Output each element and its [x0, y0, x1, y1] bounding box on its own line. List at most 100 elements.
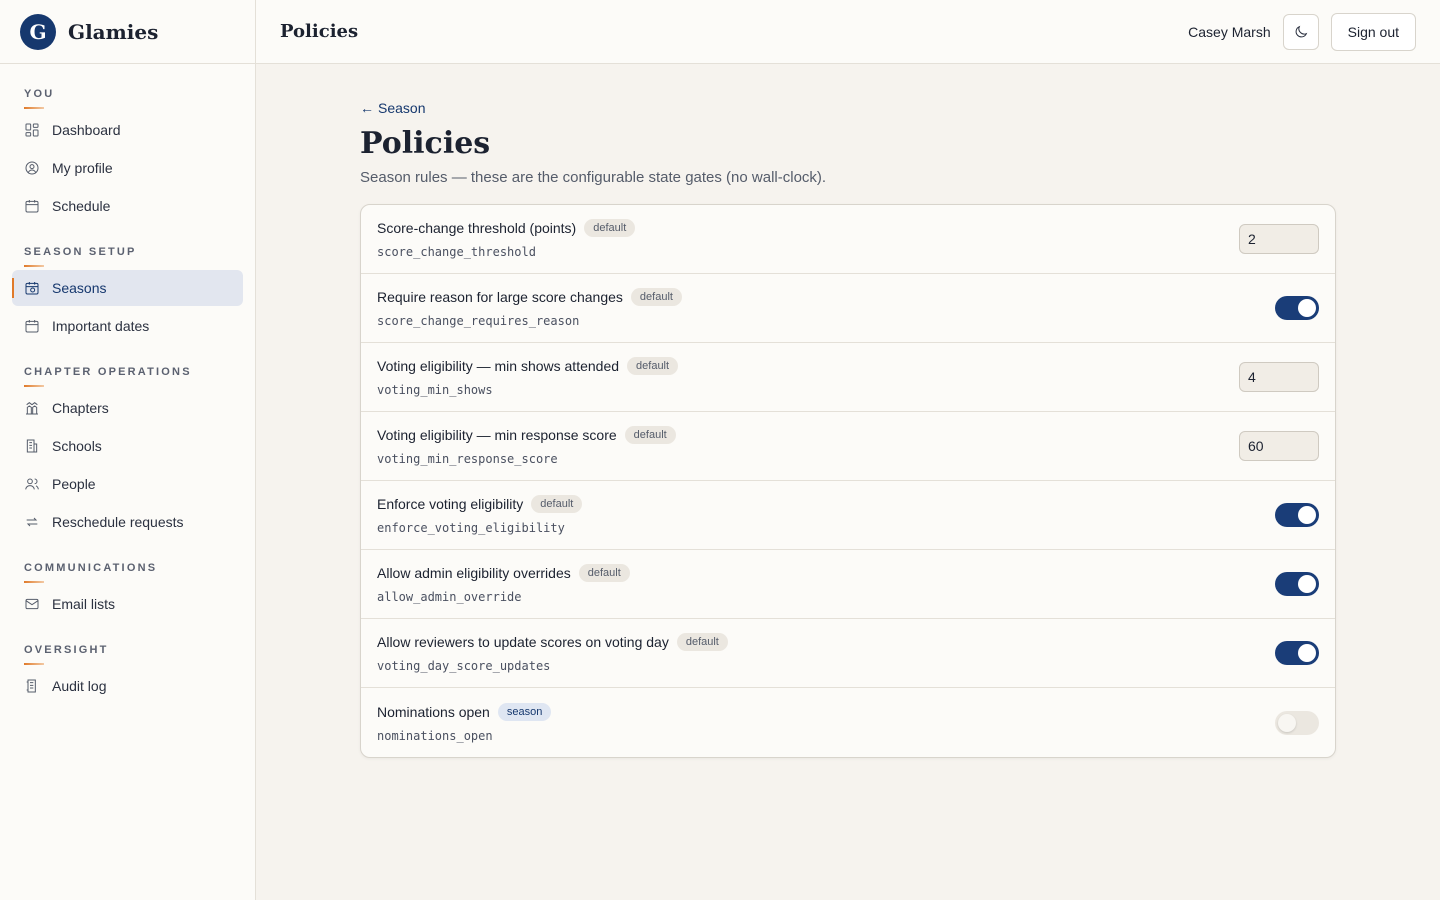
enforce-voting-eligibility-toggle[interactable] [1275, 503, 1319, 527]
sidebar-section-label: COMMUNICATIONS [12, 562, 243, 583]
voting-min-response-score-input[interactable]: 60 [1239, 431, 1319, 461]
policy-title: Score-change threshold (points) [377, 220, 577, 236]
sidebar-section-label: OVERSIGHT [12, 644, 243, 665]
policy-source-badge: season [497, 702, 552, 721]
sidebar-nav: YOU Dashboard My profile Schedule SEASON… [0, 88, 255, 704]
policy-key: score_change_requires_reason [377, 314, 580, 328]
policy-title: Voting eligibility — min response score [377, 427, 617, 443]
toggle-knob [1278, 713, 1296, 732]
chapters-icon [26, 402, 38, 415]
policy-source-badge: default [676, 633, 728, 651]
policy-row: Voting eligibility — min shows attended … [361, 343, 1335, 412]
score-change-threshold-input[interactable]: 2 [1239, 224, 1319, 254]
sidebar-item-chapters[interactable]: Chapters [12, 390, 243, 426]
calendar-icon [25, 320, 39, 333]
sidebar-item-schools[interactable]: Schools [12, 428, 243, 464]
policy-row: Allow admin eligibility overrides defaul… [361, 550, 1335, 619]
log-icon [26, 679, 36, 693]
sign-out-button[interactable]: Sign out [1330, 12, 1416, 51]
policy-key: score_change_threshold [377, 245, 536, 259]
allow-admin-override-toggle[interactable] [1275, 572, 1319, 596]
sidebar-item-people[interactable]: People [12, 466, 243, 502]
building-icon [26, 439, 38, 453]
policy-title: Allow reviewers to update scores on voti… [377, 634, 669, 650]
back-link[interactable]: ← Season [360, 100, 1336, 116]
brand-logo: G [20, 13, 56, 50]
policy-title: Require reason for large score changes [377, 289, 623, 305]
sidebar-item-label: Audit log [52, 678, 107, 694]
brand[interactable]: G Glamies [0, 0, 255, 64]
sidebar-item-label: Reschedule requests [52, 514, 184, 530]
policy-key: voting_min_shows [377, 383, 493, 397]
dashboard-icon [25, 123, 39, 137]
sidebar-item-label: Chapters [52, 400, 109, 416]
page-subtitle: Season rules — these are the configurabl… [360, 169, 827, 186]
policy-row: Voting eligibility — min response score … [361, 412, 1335, 481]
sidebar-item-label: Dashboard [52, 122, 121, 138]
policy-source-badge: default [624, 426, 676, 444]
toggle-knob [1298, 644, 1316, 662]
main-content: ← Season Policies Season rules — these a… [360, 64, 1336, 758]
toggle-knob [1298, 575, 1316, 593]
calendar-clock-icon [25, 282, 39, 295]
arrows-icon [26, 517, 38, 527]
back-link-label: Season [378, 100, 426, 116]
sidebar-item-schedule[interactable]: Schedule [12, 188, 243, 224]
user-name: Casey Marsh [1188, 23, 1271, 40]
policy-row: Require reason for large score changes d… [361, 274, 1335, 343]
sidebar-item-label: Schools [52, 438, 102, 454]
sidebar-item-label: Email lists [52, 596, 116, 612]
sidebar-item-dashboard[interactable]: Dashboard [12, 112, 243, 148]
top-bar: Policies Casey Marsh Sign out [256, 0, 1440, 64]
policy-title: Nominations open [377, 703, 490, 720]
policy-source-badge: default [627, 357, 679, 375]
policy-row: Score-change threshold (points) default … [361, 205, 1335, 274]
policies-card: Score-change threshold (points) default … [360, 204, 1336, 758]
mail-icon [25, 598, 39, 610]
arrow-left-icon: ← [360, 100, 374, 116]
sidebar-item-reschedule-requests[interactable]: Reschedule requests [12, 504, 243, 540]
sidebar-item-label: Important dates [52, 318, 150, 334]
theme-toggle-button[interactable] [1282, 13, 1319, 50]
sidebar-item-label: People [52, 476, 96, 492]
sidebar-item-audit-log[interactable]: Audit log [12, 668, 243, 704]
sidebar: G Glamies YOU Dashboard My profile Sched… [0, 0, 256, 900]
policy-source-badge: default [578, 564, 630, 582]
policy-source-badge: default [531, 495, 583, 513]
policy-source-badge: default [630, 288, 682, 306]
sidebar-item-label: My profile [52, 160, 113, 176]
policy-row: Enforce voting eligibility default enfor… [361, 481, 1335, 550]
policy-title: Voting eligibility — min shows attended [377, 358, 620, 374]
sidebar-section-label: YOU [12, 88, 243, 109]
toggle-knob [1298, 506, 1316, 524]
page-title: Policies [360, 126, 491, 161]
user-circle-icon [25, 161, 39, 175]
brand-name: Glamies [68, 19, 159, 44]
sidebar-item-email-lists[interactable]: Email lists [12, 586, 243, 622]
policy-key: voting_day_score_updates [377, 659, 551, 673]
voting-day-score-updates-toggle[interactable] [1275, 641, 1319, 665]
policy-title: Enforce voting eligibility [377, 496, 524, 512]
sidebar-item-important-dates[interactable]: Important dates [12, 308, 243, 344]
score-change-requires-reason-toggle[interactable] [1275, 296, 1319, 320]
calendar-icon [25, 200, 39, 213]
sidebar-section-label: CHAPTER OPERATIONS [12, 366, 243, 387]
policy-row: Nominations open season nominations_open [361, 688, 1335, 757]
policy-source-badge: default [584, 219, 636, 237]
moon-icon [1295, 25, 1307, 37]
policy-key: nominations_open [377, 728, 493, 743]
sidebar-section-label: SEASON SETUP [12, 246, 243, 267]
sidebar-item-label: Seasons [52, 280, 107, 296]
header-title: Policies [280, 21, 359, 42]
sidebar-item-my-profile[interactable]: My profile [12, 150, 243, 186]
voting-min-shows-input[interactable]: 4 [1239, 362, 1319, 392]
sidebar-item-seasons[interactable]: Seasons [12, 270, 243, 306]
policy-title: Allow admin eligibility overrides [377, 565, 571, 581]
nominations-open-toggle[interactable] [1275, 710, 1319, 735]
policy-key: voting_min_response_score [377, 452, 558, 466]
people-icon [25, 478, 39, 490]
policy-key: enforce_voting_eligibility [377, 521, 565, 535]
policy-row: Allow reviewers to update scores on voti… [361, 619, 1335, 688]
policy-key: allow_admin_override [377, 590, 522, 604]
sidebar-item-label: Schedule [52, 198, 111, 214]
